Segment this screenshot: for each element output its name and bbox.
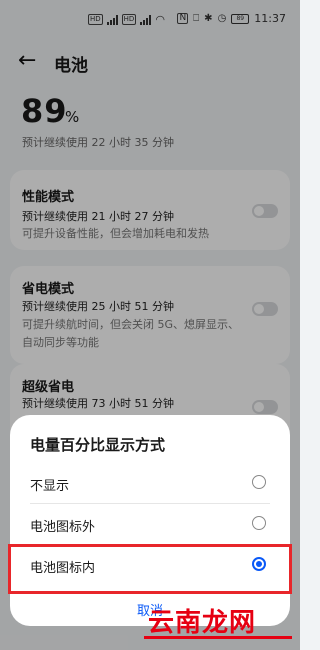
option-outside-icon[interactable]: 电池图标外: [10, 504, 290, 544]
radio-outside-icon[interactable]: [252, 516, 266, 530]
watermark-text: 云南龙网: [148, 608, 257, 638]
radio-hide[interactable]: [252, 475, 266, 489]
option-label: 不显示: [30, 479, 70, 494]
dialog-title: 电量百分比显示方式: [30, 436, 166, 454]
highlight-box: [8, 544, 292, 594]
percentage-display-dialog: 电量百分比显示方式 不显示 电池图标外 电池图标内 取消: [10, 415, 290, 626]
option-label: 电池图标外: [30, 520, 96, 535]
option-hide[interactable]: 不显示: [10, 463, 290, 503]
watermark-logo: 云南龙网: [144, 602, 292, 639]
